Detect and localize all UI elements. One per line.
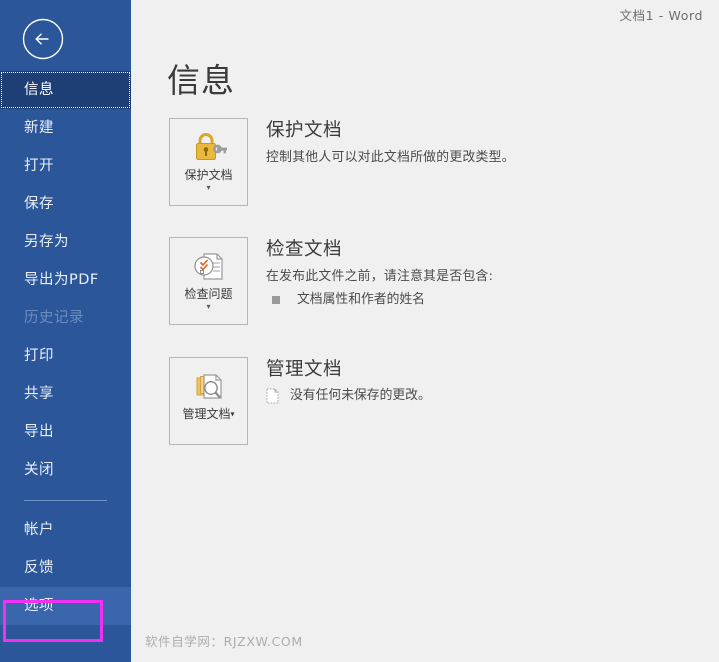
sidebar-item-feedback[interactable]: 反馈 bbox=[0, 549, 131, 587]
sidebar-item-options[interactable]: 选项 bbox=[0, 587, 131, 625]
manage-info-row: 没有任何未保存的更改。 bbox=[266, 387, 689, 405]
sidebar-item-close[interactable]: 关闭 bbox=[0, 451, 131, 489]
sidebar-item-account[interactable]: 帐户 bbox=[0, 511, 131, 549]
manage-document-button[interactable]: 管理文档▾ bbox=[169, 357, 248, 445]
document-check-icon bbox=[191, 249, 227, 283]
page-title: 信息 bbox=[167, 61, 235, 100]
backstage-sidebar: 信息 新建 打开 保存 另存为 导出为PDF 历史记录 打印 共享 导出 关闭 … bbox=[0, 0, 131, 662]
sidebar-item-export[interactable]: 导出 bbox=[0, 413, 131, 451]
card-label: 检查问题 bbox=[184, 287, 233, 301]
sidebar-item-export-pdf[interactable]: 导出为PDF bbox=[0, 261, 131, 299]
section-description: 在发布此文件之前，请注意其是否包含: bbox=[266, 269, 494, 284]
backstage-content: 文档1 - Word 信息 保护文档 ▾ 保护文档 控制其他人可以对此文档所做的… bbox=[131, 0, 719, 662]
section-description: 控制其他人可以对此文档所做的更改类型。 bbox=[266, 150, 515, 165]
card-label: 保护文档 bbox=[184, 168, 233, 182]
sidebar-item-label: 导出 bbox=[24, 424, 54, 440]
inspect-bullet-item: 文档属性和作者的姓名 bbox=[266, 291, 689, 309]
sidebar-item-history: 历史记录 bbox=[0, 299, 131, 337]
protect-document-button[interactable]: 保护文档 ▾ bbox=[169, 118, 248, 206]
section-body: 保护文档 控制其他人可以对此文档所做的更改类型。 bbox=[266, 118, 689, 167]
sidebar-item-print[interactable]: 打印 bbox=[0, 337, 131, 375]
sidebar-item-new[interactable]: 新建 bbox=[0, 109, 131, 147]
sidebar-item-label: 共享 bbox=[24, 386, 54, 402]
chevron-down-icon: ▾ bbox=[206, 302, 211, 311]
chevron-down-icon: ▾ bbox=[206, 183, 211, 192]
sidebar-item-label: 关闭 bbox=[24, 462, 54, 478]
section-title: 保护文档 bbox=[266, 120, 343, 141]
back-arrow-icon bbox=[22, 18, 64, 60]
sidebar-item-label: 反馈 bbox=[24, 560, 54, 576]
watermark-text: 软件自学网：RJZXW.COM bbox=[145, 634, 303, 649]
document-title: 文档1 - Word bbox=[619, 8, 703, 23]
section-protect-document: 保护文档 ▾ 保护文档 控制其他人可以对此文档所做的更改类型。 bbox=[169, 118, 689, 206]
bullet-label: 文档属性和作者的姓名 bbox=[297, 292, 425, 307]
sidebar-item-label: 帐户 bbox=[24, 522, 54, 538]
unsaved-document-icon bbox=[266, 388, 279, 404]
sidebar-item-save-as[interactable]: 另存为 bbox=[0, 223, 131, 261]
section-manage-document: 管理文档▾ 管理文档 没有任何未保存的更改。 bbox=[169, 357, 689, 445]
document-search-icon bbox=[191, 369, 227, 403]
section-body: 检查文档 在发布此文件之前，请注意其是否包含: 文档属性和作者的姓名 bbox=[266, 237, 689, 309]
sidebar-item-save[interactable]: 保存 bbox=[0, 185, 131, 223]
section-inspect-document: 检查问题 ▾ 检查文档 在发布此文件之前，请注意其是否包含: 文档属性和作者的姓… bbox=[169, 237, 689, 325]
section-title: 管理文档 bbox=[266, 359, 343, 380]
back-arrow-button[interactable] bbox=[21, 17, 65, 61]
sidebar-item-label: 打开 bbox=[24, 158, 54, 174]
sidebar-item-label: 另存为 bbox=[24, 234, 69, 250]
sidebar-item-open[interactable]: 打开 bbox=[0, 147, 131, 185]
card-label: 管理文档▾ bbox=[172, 407, 246, 422]
sidebar-item-label: 历史记录 bbox=[24, 310, 84, 326]
manage-info-label: 没有任何未保存的更改。 bbox=[290, 388, 431, 403]
sidebar-item-label: 打印 bbox=[24, 348, 54, 364]
sidebar-item-label: 选项 bbox=[24, 598, 54, 614]
sidebar-item-share[interactable]: 共享 bbox=[0, 375, 131, 413]
sidebar-divider bbox=[24, 500, 107, 501]
lock-key-icon bbox=[191, 130, 227, 164]
bullet-square-icon bbox=[272, 296, 280, 304]
sidebar-item-info[interactable]: 信息 bbox=[0, 71, 131, 109]
sidebar-item-label: 导出为PDF bbox=[24, 272, 99, 288]
check-for-issues-button[interactable]: 检查问题 ▾ bbox=[169, 237, 248, 325]
backstage-nav: 信息 新建 打开 保存 另存为 导出为PDF 历史记录 打印 共享 导出 关闭 … bbox=[0, 71, 131, 625]
sidebar-item-label: 信息 bbox=[24, 82, 54, 98]
section-body: 管理文档 没有任何未保存的更改。 bbox=[266, 357, 689, 405]
section-title: 检查文档 bbox=[266, 239, 343, 260]
sidebar-item-label: 新建 bbox=[24, 120, 54, 136]
chevron-down-icon: ▾ bbox=[230, 409, 235, 419]
card-label-text: 管理文档 bbox=[182, 407, 231, 421]
sidebar-item-label: 保存 bbox=[24, 196, 54, 212]
backstage-view: 信息 新建 打开 保存 另存为 导出为PDF 历史记录 打印 共享 导出 关闭 … bbox=[0, 0, 719, 662]
